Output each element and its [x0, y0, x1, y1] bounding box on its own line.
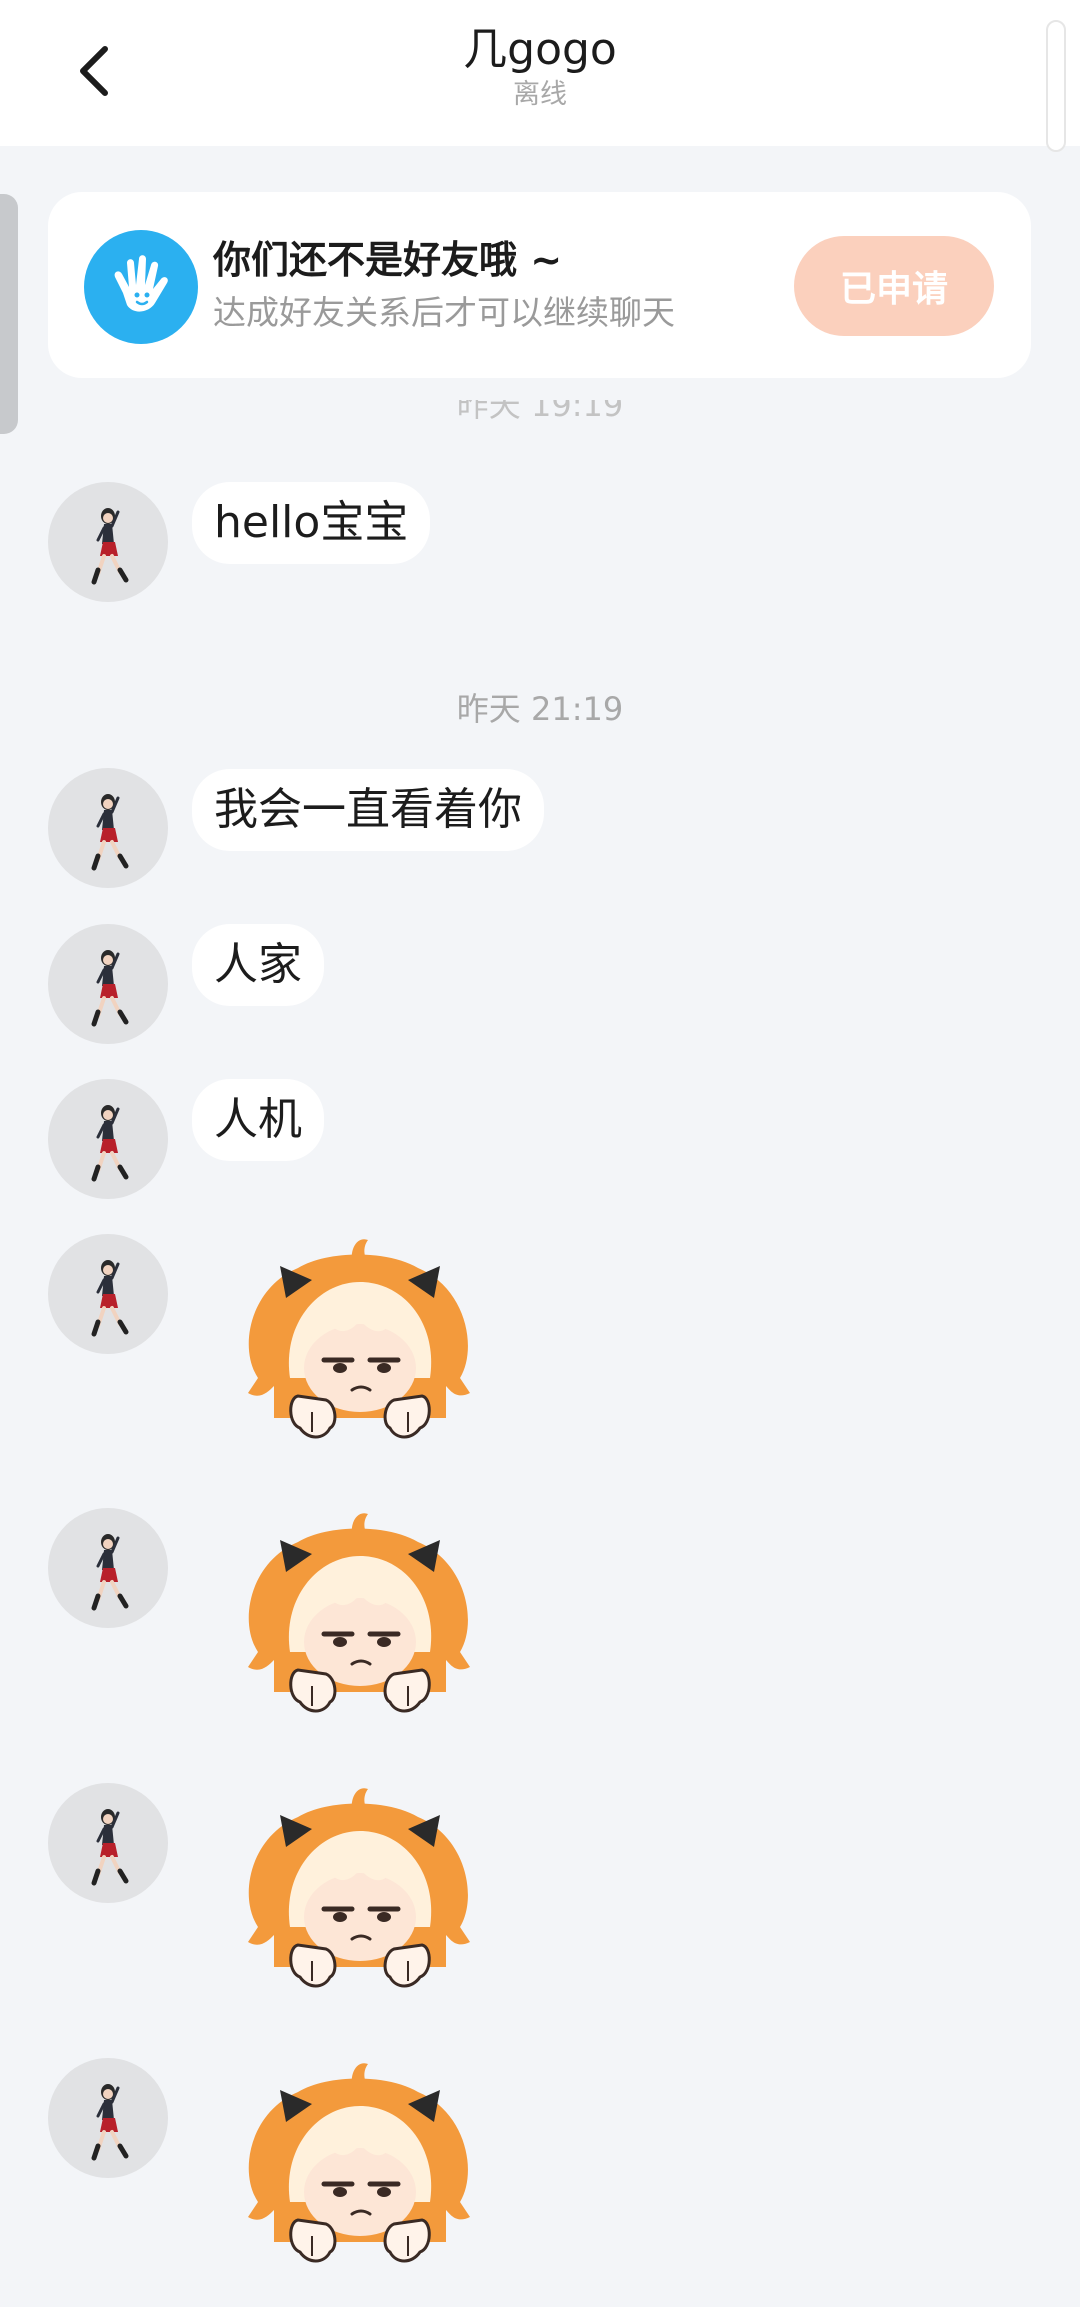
- applied-button[interactable]: 已申请: [794, 236, 994, 336]
- sticker-message[interactable]: [228, 1502, 492, 1722]
- message-bubble[interactable]: 人家: [192, 924, 324, 1006]
- scroll-indicator[interactable]: [1046, 20, 1066, 152]
- notice-description: 达成好友关系后才可以继续聊天: [213, 293, 675, 332]
- message-bubble[interactable]: 人机: [192, 1079, 324, 1161]
- contact-avatar[interactable]: [48, 1234, 168, 1354]
- sticker-message[interactable]: [228, 1228, 492, 1448]
- sticker-message[interactable]: [228, 2052, 492, 2272]
- waving-hand-icon: [84, 230, 198, 344]
- partial-time-label: 昨天 19:19: [380, 400, 700, 436]
- back-button[interactable]: [60, 36, 130, 106]
- contact-avatar[interactable]: [48, 1508, 168, 1628]
- side-drawer-handle[interactable]: [0, 194, 18, 434]
- chat-header: 几gogo 离线: [0, 0, 1080, 152]
- contact-avatar[interactable]: [48, 482, 168, 602]
- message-bubble[interactable]: hello宝宝: [192, 482, 431, 564]
- sticker-message[interactable]: [228, 1777, 492, 1997]
- title-block: 几gogo 离线: [290, 22, 790, 112]
- friend-notice-card: 你们还不是好友哦 ~ 达成好友关系后才可以继续聊天 已申请: [48, 192, 1031, 378]
- message-bubble[interactable]: 我会一直看着你: [192, 769, 544, 851]
- contact-avatar[interactable]: [48, 1783, 168, 1903]
- contact-avatar[interactable]: [48, 768, 168, 888]
- notice-title: 你们还不是好友哦 ~: [213, 238, 563, 282]
- contact-avatar[interactable]: [48, 1079, 168, 1199]
- time-separator: 昨天 21:19: [456, 690, 624, 728]
- online-status: 离线: [513, 79, 567, 110]
- chat-screen: 几gogo 离线 你们还不是好友哦 ~ 达成好友关系后才可以继续聊天 已申请 昨…: [0, 0, 1080, 2307]
- contact-avatar[interactable]: [48, 2058, 168, 2178]
- contact-avatar[interactable]: [48, 924, 168, 1044]
- chevron-left-icon: [80, 46, 108, 96]
- partial-time-text: 昨天 19:19: [456, 400, 624, 424]
- contact-name: 几gogo: [463, 24, 617, 75]
